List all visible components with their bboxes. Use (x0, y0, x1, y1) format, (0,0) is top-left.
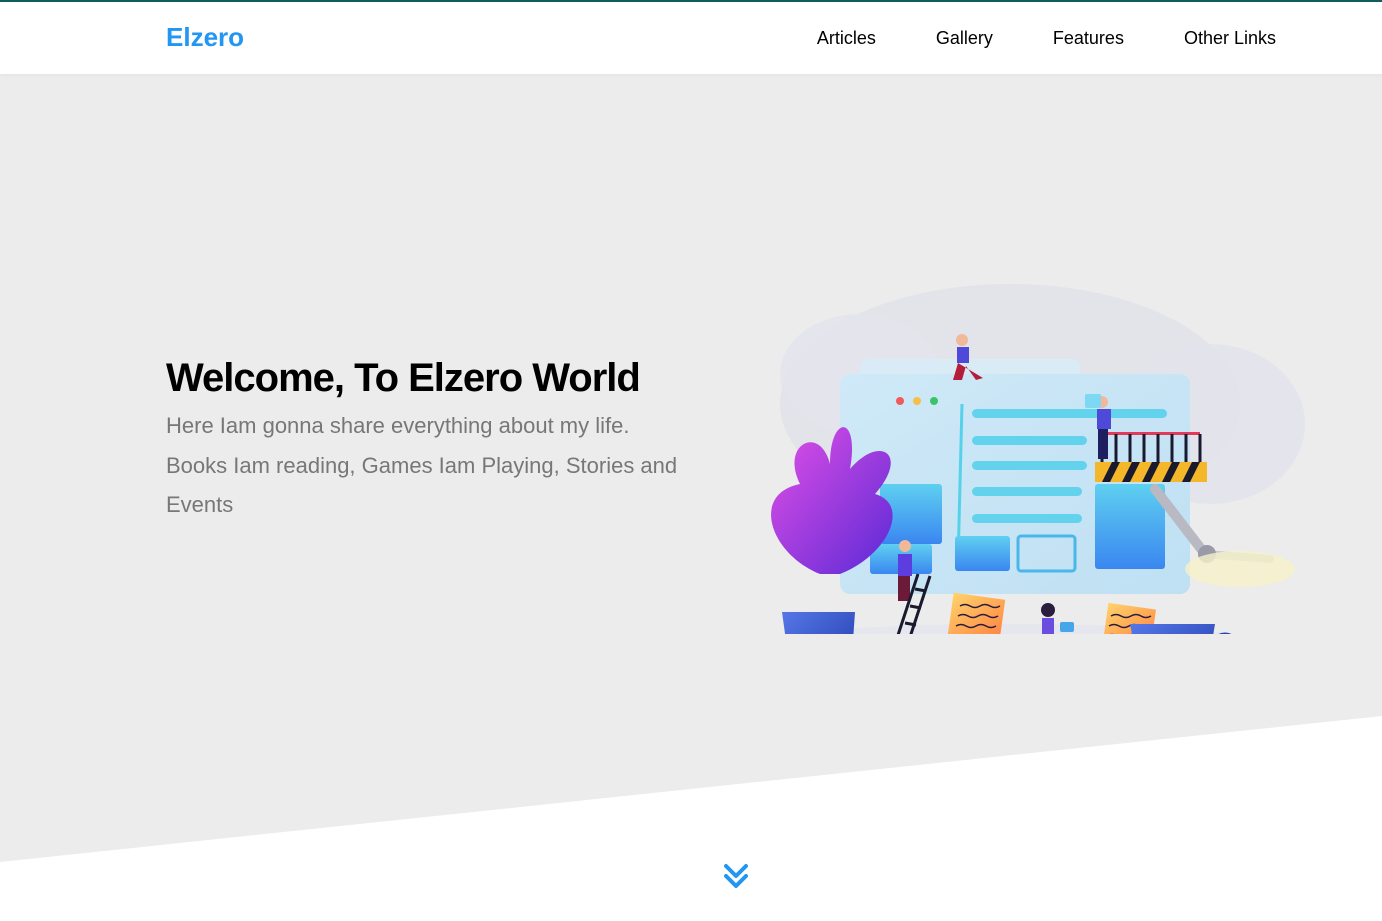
nav-link-gallery[interactable]: Gallery (936, 27, 993, 49)
hero-description: Here Iam gonna share everything about my… (166, 413, 678, 517)
hero-section: Welcome, To Elzero World Here Iam gonna … (0, 74, 1382, 862)
nav-link-articles[interactable]: Articles (817, 27, 876, 49)
nav-link-other-links[interactable]: Other Links (1184, 27, 1276, 49)
double-chevron-down-icon[interactable] (721, 862, 751, 892)
site-header: Elzero Articles Gallery Features Other L… (0, 2, 1382, 74)
main-nav: Articles Gallery Features Other Links (817, 2, 1276, 74)
site-logo[interactable]: Elzero (166, 21, 244, 53)
hero-text: Welcome, To Elzero World Here Iam gonna … (166, 354, 686, 525)
nav-link-features[interactable]: Features (1053, 27, 1124, 49)
web-development-illustration (710, 284, 1310, 634)
hero-title: Welcome, To Elzero World (166, 356, 641, 400)
